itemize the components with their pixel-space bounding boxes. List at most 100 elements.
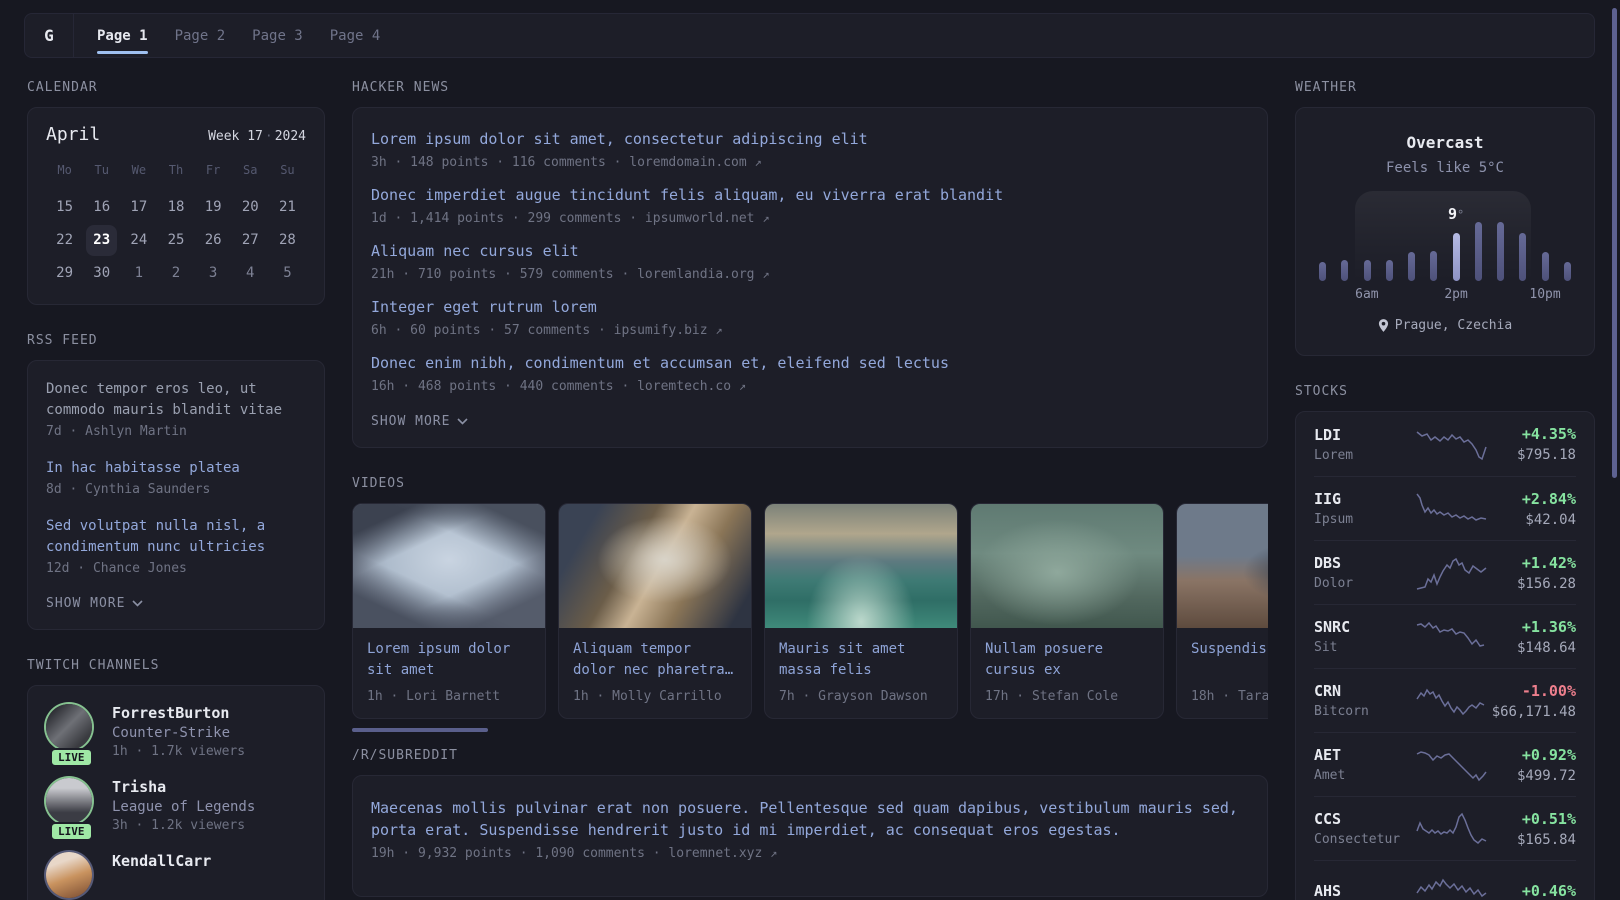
- tab-page-4[interactable]: Page 4: [330, 14, 381, 57]
- calendar-day: 24: [130, 232, 148, 248]
- video-card-body: Lorem ipsum dolor sit amet consectetu… 1…: [353, 628, 545, 718]
- stock-row: SNRC Sit +1.36% $148.64: [1314, 604, 1576, 668]
- weather-location: Prague, Czechia: [1316, 318, 1574, 333]
- stock-change: +1.36%: [1521, 617, 1576, 636]
- weather-bar: [1563, 262, 1571, 281]
- stock-name: Sit: [1314, 640, 1338, 655]
- stock-row: CRN Bitcorn -1.00% $66,171.48: [1314, 668, 1576, 732]
- hn-title-link[interactable]: Donec imperdiet augue tincidunt felis al…: [371, 184, 1249, 206]
- external-link-icon[interactable]: ↗: [755, 155, 762, 169]
- video-card[interactable]: Lorem ipsum dolor sit amet consectetu… 1…: [352, 503, 546, 719]
- weather-location-text: Prague, Czechia: [1394, 318, 1513, 333]
- stock-ticker-link[interactable]: LDI: [1314, 426, 1341, 444]
- stock-change: +0.51%: [1521, 809, 1576, 828]
- stock-ticker-link[interactable]: AET: [1314, 746, 1341, 764]
- stock-sparkline: [1416, 431, 1487, 461]
- hn-title-link[interactable]: Lorem ipsum dolor sit amet, consectetur …: [371, 128, 1249, 150]
- app-logo[interactable]: G: [25, 14, 74, 57]
- twitch-channel-link[interactable]: Trisha: [112, 778, 166, 796]
- stock-change: +0.92%: [1521, 745, 1576, 764]
- tab-page-3[interactable]: Page 3: [252, 14, 303, 57]
- hn-item: Aliquam nec cursus elit 21h · 710 points…: [371, 240, 1249, 282]
- hn-item: Donec imperdiet augue tincidunt felis al…: [371, 184, 1249, 226]
- external-link-icon[interactable]: ↗: [770, 846, 777, 860]
- stock-ticker-link[interactable]: CRN: [1314, 682, 1341, 700]
- weather-feels-like: Feels like 5°C: [1385, 160, 1504, 176]
- stock-ticker-link[interactable]: CCS: [1314, 810, 1341, 828]
- tab-page-1[interactable]: Page 1: [97, 14, 148, 57]
- external-link-icon[interactable]: ↗: [762, 211, 769, 225]
- stock-change: -1.00%: [1521, 681, 1576, 700]
- avatar[interactable]: [46, 704, 92, 750]
- rss-item-link[interactable]: Donec tempor eros leo, ut commodo mauris…: [46, 379, 306, 421]
- twitch-channel-row: LIVE Trisha League of Legends 3h · 1.2k …: [46, 778, 306, 841]
- weather-temp-value: 9: [1447, 205, 1457, 223]
- rss-item-link[interactable]: In hac habitasse platea: [46, 458, 306, 479]
- video-card[interactable]: Mauris sit amet massa felis 7h · Grayson…: [764, 503, 958, 719]
- tab-page-2[interactable]: Page 2: [175, 14, 226, 57]
- stock-price: $795.18: [1516, 447, 1576, 463]
- stock-ticker-link[interactable]: AHS: [1314, 882, 1341, 900]
- page-scrollbar-thumb[interactable]: [1612, 8, 1617, 478]
- hn-title-link[interactable]: Integer eget rutrum lorem: [371, 296, 1249, 318]
- external-link-icon[interactable]: ↗: [715, 323, 722, 337]
- video-card[interactable]: Aliquam tempor dolor nec pharetra… 1h · …: [558, 503, 752, 719]
- video-card[interactable]: Suspendisse diam 18h · Tara: [1176, 503, 1268, 719]
- weather-widget: WEATHER Overcast Feels like 5°C 9° 6am 2…: [1295, 80, 1595, 356]
- video-thumbnail: [765, 504, 957, 628]
- stocks-widget: STOCKS LDI Lorem +4.35% $795.18 IIG Ipsu…: [1295, 384, 1595, 900]
- videos-row: Lorem ipsum dolor sit amet consectetu… 1…: [352, 503, 1268, 719]
- stock-ticker-link[interactable]: IIG: [1314, 490, 1341, 508]
- rss-show-more-button[interactable]: SHOW MORE: [46, 596, 144, 611]
- twitch-channel-info: ForrestBurton Counter-Strike 1h · 1.7k v…: [112, 704, 245, 759]
- stock-ticker-link[interactable]: SNRC: [1314, 618, 1350, 636]
- video-title: Aliquam tempor dolor nec pharetra…: [573, 641, 734, 678]
- twitch-widget: TWITCH CHANNELS LIVE ForrestBurton Count…: [27, 658, 325, 900]
- stock-sparkline: [1416, 621, 1485, 647]
- subreddit-widget: /R/SUBREDDIT Maecenas mollis pulvinar er…: [352, 748, 1268, 897]
- stock-ticker-link[interactable]: DBS: [1314, 554, 1341, 572]
- stock-values: +0.46%: [1488, 882, 1576, 900]
- twitch-avatar-wrap: [46, 852, 96, 898]
- avatar[interactable]: [46, 852, 92, 898]
- subreddit-card: Maecenas mollis pulvinar erat non posuer…: [352, 775, 1268, 897]
- show-more-label: SHOW MORE: [371, 414, 451, 429]
- weather-bar: [1408, 252, 1416, 281]
- calendar-weekday: Sa: [243, 163, 258, 177]
- video-card[interactable]: Nullam posuere cursus ex 17h · Stefan Co…: [970, 503, 1164, 719]
- hn-item: Lorem ipsum dolor sit amet, consectetur …: [371, 128, 1249, 170]
- rss-item-link[interactable]: Sed volutpat nulla nisl, a condimentum n…: [46, 516, 306, 558]
- video-card-body: Suspendisse diam 18h · Tara: [1177, 628, 1268, 718]
- weather-bar: [1385, 260, 1393, 281]
- stock-id: CCS Consectetur: [1314, 810, 1416, 847]
- video-thumbnail: [559, 504, 751, 628]
- rss-item-meta: 7d · Ashlyn Martin: [46, 424, 187, 439]
- hn-meta: 6h · 60 points · 57 comments · ipsumify.…: [371, 323, 1249, 338]
- video-title: Suspendisse diam: [1191, 641, 1268, 657]
- rss-item-meta: 12d · Chance Jones: [46, 561, 187, 576]
- stock-values: +2.84% $42.04: [1488, 490, 1576, 528]
- stock-change: +1.42%: [1521, 553, 1576, 572]
- video-meta: 7h · Grayson Dawson: [779, 689, 928, 704]
- calendar-day: 28: [278, 232, 296, 248]
- stock-sparkline: [1416, 750, 1487, 781]
- section-label-subreddit: /R/SUBREDDIT: [352, 748, 458, 763]
- calendar-day: 2: [171, 265, 181, 281]
- hn-title-link[interactable]: Aliquam nec cursus elit: [371, 240, 1249, 262]
- calendar-weekday-row: Mo Tu We Th Fr Sa Su: [46, 155, 306, 181]
- avatar[interactable]: [46, 778, 92, 824]
- hn-title-link[interactable]: Donec enim nibh, condimentum et accumsan…: [371, 352, 1249, 374]
- external-link-icon[interactable]: ↗: [739, 379, 746, 393]
- calendar-day: 5: [283, 265, 292, 281]
- chevron-down-icon: [132, 600, 144, 607]
- hn-show-more-button[interactable]: SHOW MORE: [371, 414, 469, 429]
- videos-scrollbar-thumb[interactable]: [352, 728, 488, 732]
- twitch-channel-link[interactable]: KendallCarr: [112, 852, 211, 870]
- reddit-post-link[interactable]: Maecenas mollis pulvinar erat non posuer…: [371, 797, 1249, 841]
- rss-widget: RSS FEED Donec tempor eros leo, ut commo…: [27, 333, 325, 630]
- calendar-day: 16: [93, 199, 111, 215]
- twitch-meta: 1h · 1.7k viewers: [112, 744, 246, 759]
- external-link-icon[interactable]: ↗: [762, 267, 769, 281]
- twitch-avatar-wrap: LIVE: [46, 778, 96, 841]
- twitch-channel-link[interactable]: ForrestBurton: [112, 704, 229, 722]
